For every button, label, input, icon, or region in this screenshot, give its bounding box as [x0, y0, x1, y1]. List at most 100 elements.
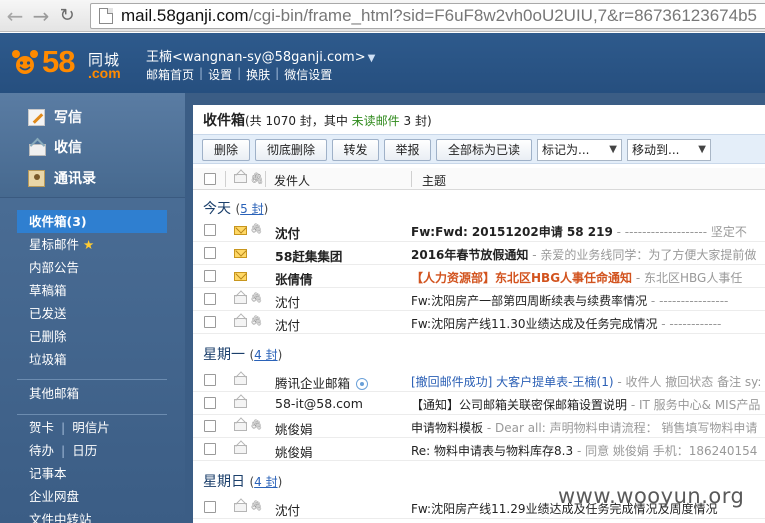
forward-icon[interactable]: → [28, 3, 54, 29]
mail-row[interactable]: 张倩倩 【人力资源部】东北区HBG人事任命通知 - 东北区HBG人事任 [193, 265, 765, 288]
sidebar-item-todo[interactable]: 待办 [29, 443, 54, 458]
compose-icon [28, 108, 45, 126]
chevron-down-icon[interactable]: ▼ [368, 53, 376, 64]
mail-sender: 姚俊娟 [275, 422, 313, 437]
link-mail-home[interactable]: 邮箱首页 [146, 66, 194, 83]
sidebar-item-starred[interactable]: 星标邮件 ★ [17, 233, 167, 256]
attachment-icon[interactable]: 🖇 [250, 172, 264, 185]
mail-row[interactable]: 姚俊娟 Re: 物料申请表与物料库存8.3 - 同意 姚俊娟 手机：186240… [193, 438, 765, 461]
sidebar-item-inbox[interactable]: 收件箱(3) [17, 210, 167, 233]
unread-link[interactable]: 未读邮件 [352, 114, 400, 128]
sender-column-header[interactable]: 发件人 [274, 172, 310, 189]
delete-button[interactable]: 删除 [202, 139, 250, 161]
row-checkbox[interactable] [204, 443, 216, 455]
top-links: 邮箱首页 | 设置 | 换肤 | 微信设置 [146, 66, 332, 83]
sidebar-item-deleted[interactable]: 已删除 [17, 325, 167, 348]
link-separator: | [237, 66, 242, 80]
sidebar-item-drafts[interactable]: 草稿箱 [17, 279, 167, 302]
row-checkbox[interactable] [204, 293, 216, 305]
mail-row[interactable]: 腾讯企业邮箱 [撤回邮件成功] 大客户提单表-王楠(1) - 收件人 撤回状态 … [193, 369, 765, 392]
select-all-checkbox[interactable] [204, 173, 216, 185]
sidebar-item-postcard[interactable]: 明信片 [72, 420, 110, 435]
row-checkbox[interactable] [204, 501, 216, 513]
mail-header: 58 同城 .com 王楠<wangnan-sy@58ganji.com> ▼ 邮… [0, 33, 765, 93]
sidebar-item-notepad[interactable]: 记事本 [17, 462, 167, 485]
sidebar-tools-row: 贺卡 | 明信片 [17, 416, 167, 439]
mail-row[interactable]: 🖇 姚俊娟 申请物料模板 - Dear all: 声明物料申请流程： 销售填写物… [193, 415, 765, 438]
mail-row[interactable]: 🖇 沈付 Fw:沈阳房产一部第四周断续表与续费率情况 - -----------… [193, 288, 765, 311]
mail-row[interactable]: 🖇 沈付 Fw:Fwd: 20151202申请 58 219 - -------… [193, 219, 765, 242]
back-icon[interactable]: ← [2, 3, 28, 29]
report-button[interactable]: 举报 [384, 139, 431, 161]
sidebar-item-netdisk[interactable]: 企业网盘 [17, 485, 167, 508]
move-to-select[interactable]: 移动到... ▼ [627, 139, 711, 161]
link-separator: | [61, 443, 66, 458]
sidebar-item-spam[interactable]: 垃圾箱 [17, 348, 167, 371]
url-path: /cgi-bin/frame_html?sid=F6uF8w2vh0oU2UIU… [248, 6, 757, 25]
mark-as-select[interactable]: 标记为... ▼ [537, 139, 622, 161]
link-wechat-settings[interactable]: 微信设置 [284, 66, 332, 83]
envelope-icon[interactable] [234, 174, 247, 183]
mail-preview: - 东北区HBG人事任 [632, 271, 743, 285]
envelope-read-icon [234, 422, 247, 431]
address-bar[interactable]: mail.58ganji.com/cgi-bin/frame_html?sid=… [90, 3, 765, 29]
group-header-sunday: 星期日 (4 封) [203, 471, 282, 491]
row-checkbox[interactable] [204, 247, 216, 259]
sidebar-item-announcements[interactable]: 内部公告 [17, 256, 167, 279]
chevron-down-icon: ▼ [609, 144, 617, 155]
mail-preview: - ------------------- 坚定不 [612, 225, 747, 239]
mail-sender: 58-it@58.com [275, 396, 363, 411]
row-checkbox[interactable] [204, 397, 216, 409]
row-checkbox[interactable] [204, 224, 216, 236]
mail-row[interactable]: 58-it@58.com 【通知】公司邮箱关联密保邮箱设置说明 - IT 服务中… [193, 392, 765, 415]
link-change-skin[interactable]: 换肤 [246, 66, 270, 83]
envelope-read-icon [234, 503, 247, 512]
contacts-label: 通讯录 [54, 171, 96, 187]
sidebar-item-calendar[interactable]: 日历 [72, 443, 97, 458]
sidebar-item-greeting-card[interactable]: 贺卡 [29, 420, 54, 435]
mail-sender: 沈付 [275, 318, 301, 333]
row-checkbox[interactable] [204, 420, 216, 432]
forward-button[interactable]: 转发 [332, 139, 379, 161]
logo-domain: .com [88, 65, 121, 81]
subject-column-header[interactable]: 主题 [422, 172, 446, 189]
mark-all-read-button[interactable]: 全部标为已读 [436, 139, 532, 161]
row-checkbox[interactable] [204, 270, 216, 282]
mail-row[interactable]: 🖇 沈付 Fw:沈阳房产线11.30业绩达成及任务完成情况 - --------… [193, 311, 765, 334]
reload-icon[interactable]: ↻ [54, 3, 80, 29]
mail-count-suffix: 3 封) [399, 114, 432, 128]
sidebar-item-file-transfer[interactable]: 文件中转站 [17, 508, 167, 523]
sidebar-item-sent[interactable]: 已发送 [17, 302, 167, 325]
compose-button[interactable]: 写信 [28, 106, 82, 128]
delete-permanently-button[interactable]: 彻底删除 [255, 139, 327, 161]
row-checkbox[interactable] [204, 374, 216, 386]
user-account[interactable]: 王楠<wangnan-sy@58ganji.com> ▼ [146, 46, 375, 65]
sidebar-item-other-mailboxes[interactable]: 其他邮箱 [17, 382, 167, 405]
mail-subject: Fw:Fwd: 20151202申请 58 219 - ------------… [411, 225, 747, 239]
link-settings[interactable]: 设置 [208, 66, 232, 83]
envelope-read-icon [234, 445, 247, 454]
attachment-icon: 🖇 [250, 316, 263, 327]
star-icon: ★ [83, 237, 95, 252]
link-separator: | [61, 420, 66, 435]
group-count-link[interactable]: 4 封 [254, 348, 277, 362]
mail-row[interactable]: 58赶集集团 2016年春节放假通知 - 亲爱的业务线同学：为了方便大家提前做 [193, 242, 765, 265]
contacts-button[interactable]: 通讯录 [28, 167, 96, 189]
mail-subject: 申请物料模板 - Dear all: 声明物料申请流程： 销售填写物料申请 [411, 421, 758, 435]
user-name: 王楠<wangnan-sy@58ganji.com> [146, 50, 366, 65]
logo[interactable]: 58 同城 .com [10, 44, 135, 82]
group-count-link[interactable]: 5 封 [240, 202, 263, 216]
move-to-value: 移动到... [632, 143, 680, 157]
envelope-read-icon [234, 399, 247, 408]
group-count: (4 封) [249, 475, 283, 489]
row-checkbox[interactable] [204, 316, 216, 328]
group-count-link[interactable]: 4 封 [254, 475, 277, 489]
system-mail-icon [356, 378, 369, 390]
group-header-monday: 星期一 (4 封) [203, 344, 282, 364]
logo-mascot-icon [12, 50, 38, 74]
group-label: 今天 [203, 201, 231, 217]
receive-button[interactable]: 收信 [28, 136, 82, 158]
envelope-unread-icon [234, 226, 247, 235]
column-header: 🖇 发件人 主题 [193, 168, 765, 190]
mail-preview: - ---------------- [647, 294, 729, 308]
